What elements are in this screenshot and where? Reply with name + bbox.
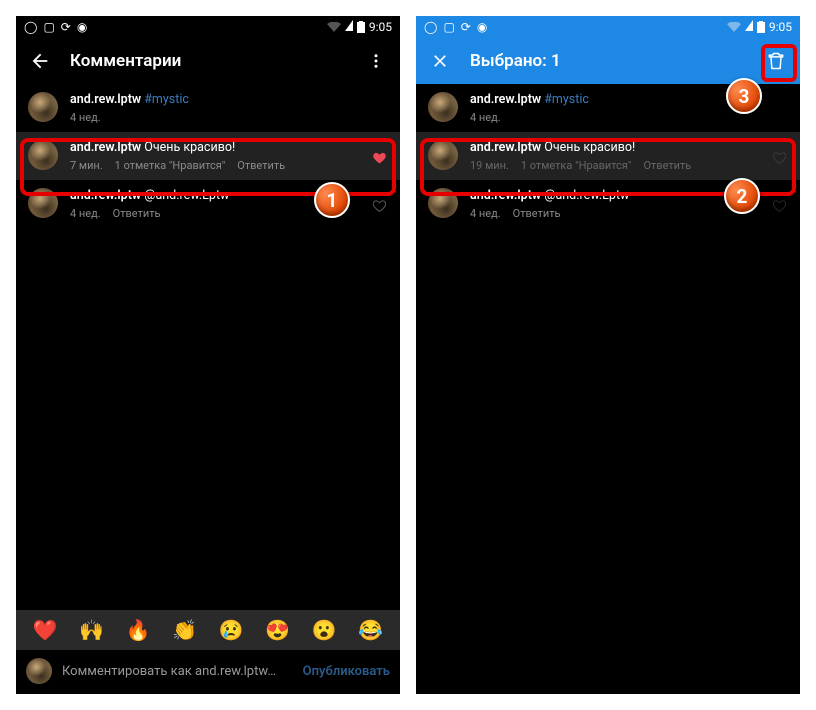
comment-item[interactable]: and.rew.lptw @and.rew.Lptw 4 нед. Ответи… <box>416 180 800 228</box>
trash-icon[interactable] <box>764 49 788 73</box>
avatar <box>26 658 52 684</box>
refresh-icon: ⟳ <box>461 20 471 34</box>
more-icon[interactable] <box>364 49 388 73</box>
comment-reply[interactable]: Ответить <box>643 159 691 172</box>
comment-reply[interactable]: Ответить <box>237 159 285 172</box>
comment-text: Очень красиво! <box>544 140 635 155</box>
instagram-icon: ▢ <box>443 20 454 34</box>
instagram-icon: ▢ <box>43 20 54 34</box>
comment-time: 19 мин. <box>470 159 509 172</box>
selection-title: Выбрано: 1 <box>470 51 561 71</box>
status-bar: ◯ ▢ ⟳ ◉ 9:05 <box>16 16 400 38</box>
comment-reply[interactable]: Ответить <box>513 207 561 220</box>
close-icon[interactable] <box>428 49 452 73</box>
heart-icon[interactable] <box>773 200 786 212</box>
selection-header: Выбрано: 1 <box>416 38 800 84</box>
emoji-clap[interactable]: 👏 <box>172 618 197 642</box>
wifi-icon <box>727 22 741 33</box>
comments-list: and.rew.lptw #mystic 4 нед. and.rew.lptw… <box>416 84 800 694</box>
avatar[interactable] <box>28 92 58 122</box>
heart-icon[interactable] <box>373 152 386 164</box>
comment-reply[interactable]: Ответить <box>113 207 161 220</box>
comment-user[interactable]: and.rew.lptw <box>470 188 541 203</box>
phone-right: ◯ ▢ ⟳ ◉ 9:05 Выбрано: 1 <box>416 16 800 694</box>
emoji-heart[interactable]: ❤️ <box>33 618 58 642</box>
post-button[interactable]: Опубликовать <box>303 664 390 679</box>
comment-time: 4 нед. <box>70 111 101 124</box>
wifi-icon <box>327 22 341 33</box>
comment-time: 4 нед. <box>470 207 501 220</box>
phone-left: ◯ ▢ ⟳ ◉ 9:05 Комментарии <box>16 16 400 694</box>
comment-text: @and.rew.Lptw <box>544 188 629 203</box>
comment-user[interactable]: and.rew.lptw <box>470 92 541 107</box>
comment-item-selected[interactable]: and.rew.lptw Очень красиво! 19 мин. 1 от… <box>416 132 800 180</box>
opera-icon: ◯ <box>424 20 437 34</box>
comment-user[interactable]: and.rew.lptw <box>70 140 141 155</box>
shazam-icon: ◉ <box>77 20 87 34</box>
comment-text: Очень красиво! <box>144 140 235 155</box>
comments-list: and.rew.lptw #mystic 4 нед. and.rew.lptw… <box>16 84 400 610</box>
comment-item-selected[interactable]: and.rew.lptw Очень красиво! 7 мин. 1 отм… <box>16 132 400 180</box>
signal-icon <box>745 20 753 34</box>
header: Комментарии <box>16 38 400 84</box>
avatar[interactable] <box>428 140 458 170</box>
signal-icon <box>345 20 353 34</box>
comment-time: 4 нед. <box>70 207 101 220</box>
emoji-laugh[interactable]: 😂 <box>358 618 383 642</box>
battery-icon <box>357 21 365 33</box>
back-icon[interactable] <box>28 49 52 73</box>
comment-text: @and.rew.Lptw <box>144 188 229 203</box>
emoji-quick-row: ❤️ 🙌 🔥 👏 😢 😍 😮 😂 <box>16 610 400 650</box>
avatar[interactable] <box>428 92 458 122</box>
avatar[interactable] <box>28 188 58 218</box>
emoji-hands[interactable]: 🙌 <box>79 618 104 642</box>
emoji-hearteyes[interactable]: 😍 <box>265 618 290 642</box>
comment-user[interactable]: and.rew.lptw <box>470 140 541 155</box>
comment-time: 7 мин. <box>70 159 103 172</box>
refresh-icon: ⟳ <box>61 20 71 34</box>
opera-icon: ◯ <box>24 20 37 34</box>
status-time: 9:05 <box>769 20 792 34</box>
comment-likes[interactable]: 1 отметка "Нравится" <box>115 159 226 172</box>
emoji-cry[interactable]: 😢 <box>219 618 244 642</box>
avatar[interactable] <box>428 188 458 218</box>
status-bar: ◯ ▢ ⟳ ◉ 9:05 <box>416 16 800 38</box>
comment-item[interactable]: and.rew.lptw #mystic 4 нед. <box>16 84 400 132</box>
status-time: 9:05 <box>369 20 392 34</box>
emoji-fire[interactable]: 🔥 <box>126 618 151 642</box>
heart-icon[interactable] <box>773 152 786 164</box>
shazam-icon: ◉ <box>477 20 487 34</box>
comment-likes[interactable]: 1 отметка "Нравится" <box>521 159 632 172</box>
battery-icon <box>757 21 765 33</box>
comment-item[interactable]: and.rew.lptw #mystic 4 нед. <box>416 84 800 132</box>
heart-icon[interactable] <box>373 200 386 212</box>
comment-composer: Комментировать как and.rew.lptw… Опублик… <box>16 650 400 694</box>
comment-item[interactable]: and.rew.lptw @and.rew.Lptw 4 нед. Ответи… <box>16 180 400 228</box>
emoji-wow[interactable]: 😮 <box>312 618 337 642</box>
composer-input[interactable]: Комментировать как and.rew.lptw… <box>62 664 293 679</box>
comment-user[interactable]: and.rew.lptw <box>70 188 141 203</box>
avatar[interactable] <box>28 140 58 170</box>
comment-time: 4 нед. <box>470 111 501 124</box>
comment-user[interactable]: and.rew.lptw <box>70 92 141 107</box>
header-title: Комментарии <box>70 51 181 71</box>
comment-text[interactable]: #mystic <box>144 92 189 107</box>
comment-text[interactable]: #mystic <box>544 92 589 107</box>
